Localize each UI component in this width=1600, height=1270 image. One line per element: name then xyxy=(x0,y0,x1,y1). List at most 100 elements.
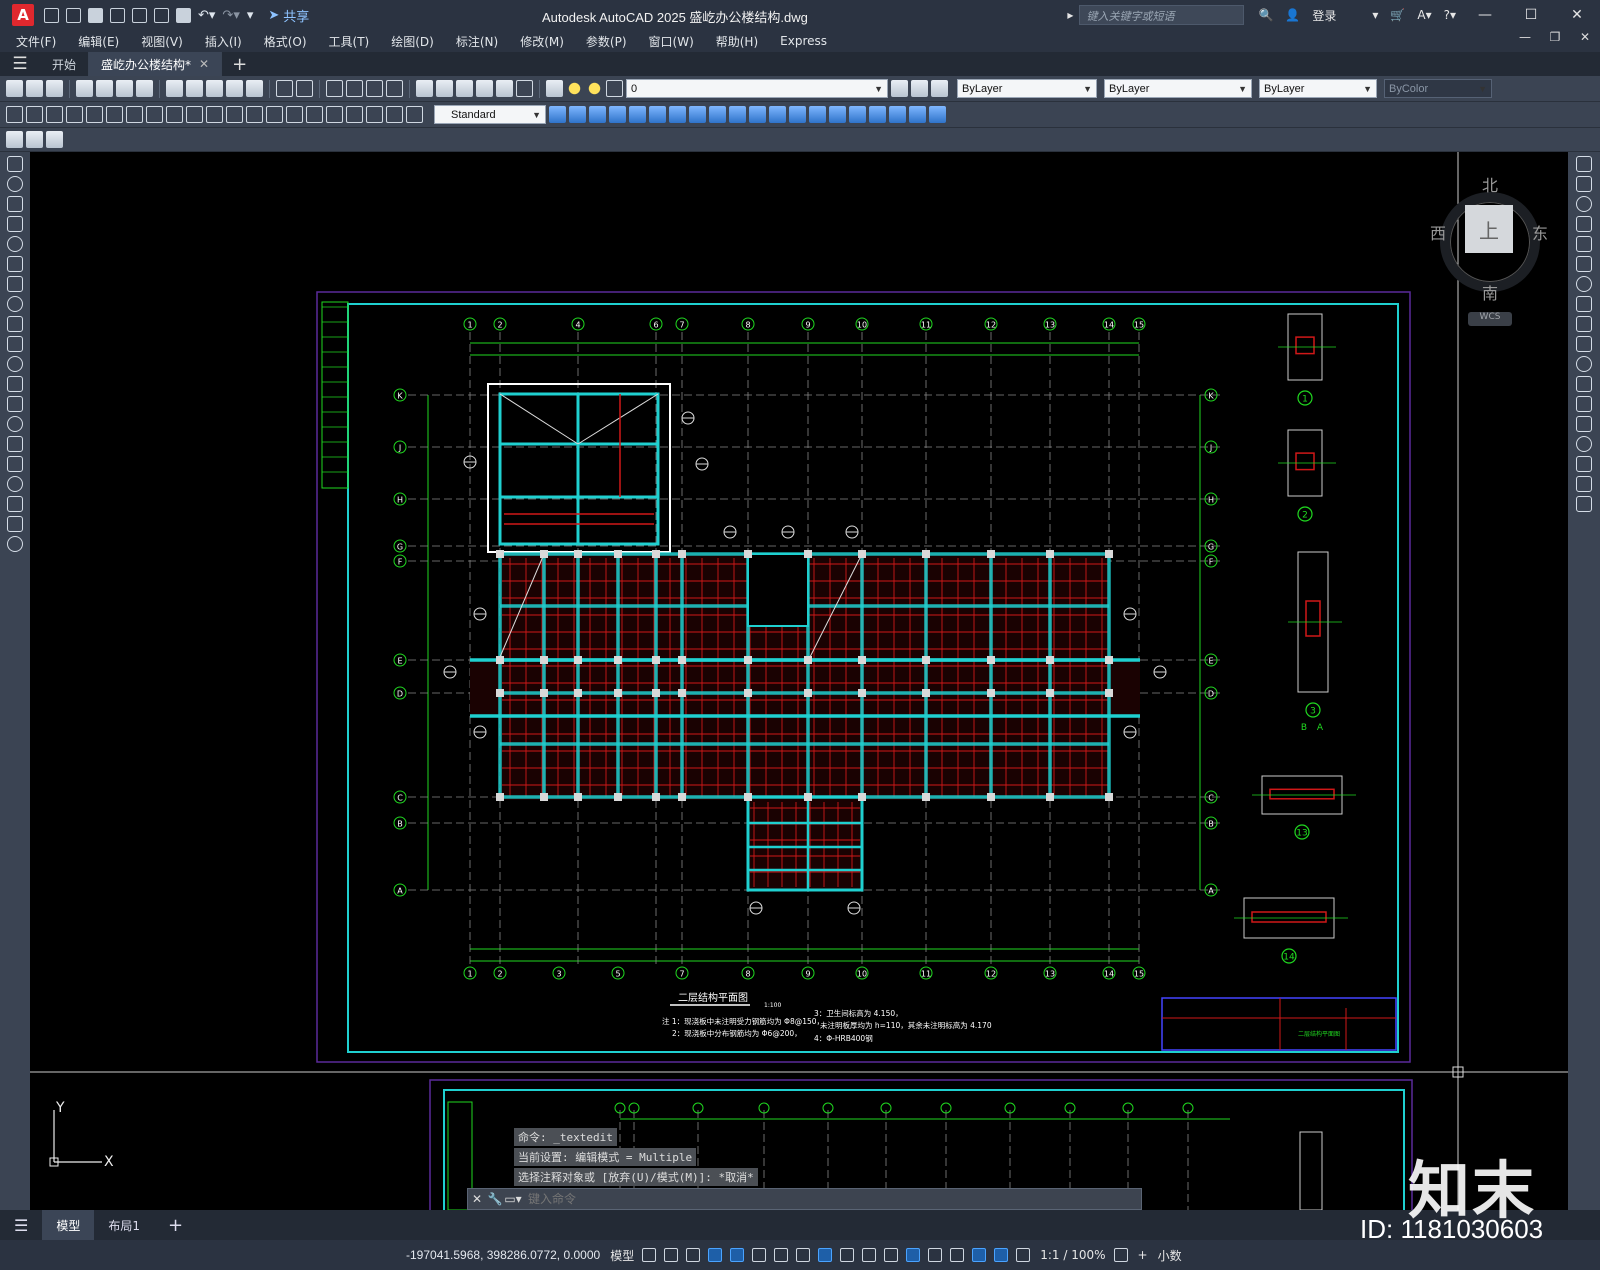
coordinates-readout[interactable]: -197041.5968, 398286.0772, 0.0000 xyxy=(406,1248,600,1262)
match-properties-icon[interactable] xyxy=(226,80,243,97)
blend-icon[interactable] xyxy=(1576,476,1592,492)
minimize-button[interactable]: — xyxy=(1462,0,1508,30)
copy-icon[interactable] xyxy=(1576,176,1592,192)
save-icon[interactable] xyxy=(46,80,63,97)
help-search-input[interactable]: 键入关键字或短语 xyxy=(1079,5,1245,25)
zoom-realtime-icon[interactable] xyxy=(346,80,363,97)
explode-icon[interactable] xyxy=(1576,496,1592,512)
view-orbit-icon[interactable] xyxy=(749,106,766,123)
dim-ordinate-icon[interactable] xyxy=(66,106,83,123)
selection-cycling-icon[interactable] xyxy=(884,1248,899,1262)
view-iso-nw-icon[interactable] xyxy=(729,106,746,123)
dim-dim-text-edit-icon[interactable] xyxy=(366,106,383,123)
mirror-icon[interactable] xyxy=(1576,196,1592,212)
compass-west[interactable]: 西 xyxy=(1430,220,1446,244)
menu-item[interactable]: 窗口(W) xyxy=(649,33,694,50)
menu-item[interactable]: 视图(V) xyxy=(141,33,183,50)
tool-palettes-icon[interactable] xyxy=(456,80,473,97)
3dprint-icon[interactable] xyxy=(136,80,153,97)
polygon-icon[interactable] xyxy=(7,216,23,232)
plot-icon[interactable] xyxy=(176,7,191,23)
grid-icon[interactable] xyxy=(642,1248,657,1262)
view-top-icon[interactable] xyxy=(629,106,646,123)
rotate-icon[interactable] xyxy=(1576,276,1592,292)
compass-north[interactable]: 北 xyxy=(1482,172,1498,196)
tab-model[interactable]: 模型 xyxy=(42,1210,95,1240)
save-icon[interactable] xyxy=(88,7,103,23)
plot-preview-icon[interactable] xyxy=(96,80,113,97)
rectangle-icon[interactable] xyxy=(7,236,23,252)
circle-icon[interactable] xyxy=(7,276,23,292)
gradient-icon[interactable] xyxy=(7,456,23,472)
dim-arc-length-icon[interactable] xyxy=(46,106,63,123)
viewcube-top-face[interactable]: 上 xyxy=(1465,205,1513,253)
ellipse-arc-icon[interactable] xyxy=(7,356,23,372)
erase-icon[interactable] xyxy=(1576,156,1592,172)
break-at-point-icon[interactable] xyxy=(1576,376,1592,392)
dim-linear-icon[interactable] xyxy=(6,106,23,123)
dim-baseline-icon[interactable] xyxy=(186,106,203,123)
zoom-window-icon[interactable] xyxy=(366,80,383,97)
layer-on-icon[interactable] xyxy=(566,80,583,97)
new-icon[interactable] xyxy=(6,80,23,97)
login-dropdown-icon[interactable]: ▾ xyxy=(1372,8,1378,22)
compass-east[interactable]: 东 xyxy=(1532,220,1548,244)
layer-states-icon[interactable] xyxy=(931,80,948,97)
sheet-set-icon[interactable] xyxy=(476,80,493,97)
stretch-icon[interactable] xyxy=(1576,316,1592,332)
snap-icon[interactable] xyxy=(664,1248,679,1262)
search-expand-icon[interactable]: ▸ xyxy=(1067,8,1073,22)
infer-constraints-icon[interactable] xyxy=(686,1248,701,1262)
open-icon[interactable] xyxy=(26,80,43,97)
model-space-button[interactable]: 模型 xyxy=(610,1247,634,1264)
object-snap-icon[interactable] xyxy=(818,1248,833,1262)
trim-icon[interactable] xyxy=(1576,336,1592,352)
move-icon[interactable] xyxy=(1576,256,1592,272)
block-editor-icon[interactable] xyxy=(246,80,263,97)
cut-icon[interactable] xyxy=(166,80,183,97)
undo-icon[interactable]: ↶▾ xyxy=(198,8,215,23)
view-free-orbit-icon[interactable] xyxy=(769,106,786,123)
view-ucs-object-icon[interactable] xyxy=(929,106,946,123)
workspace-gear-icon[interactable] xyxy=(1113,1248,1128,1262)
gizmo-icon[interactable] xyxy=(972,1248,987,1262)
textstyle-select[interactable]: Standard ▼ xyxy=(434,105,546,124)
revision-cloud-icon[interactable] xyxy=(7,296,23,312)
point-icon[interactable] xyxy=(7,416,23,432)
dim-continue-icon[interactable] xyxy=(206,106,223,123)
share-button[interactable]: ➤ 共享 xyxy=(268,6,309,25)
arc-icon[interactable] xyxy=(7,256,23,272)
wcs-menu[interactable]: WCS xyxy=(1468,312,1512,326)
view-front-icon[interactable] xyxy=(549,106,566,123)
scale-icon[interactable] xyxy=(1576,296,1592,312)
layer-lock-icon[interactable] xyxy=(606,80,623,97)
array-icon[interactable] xyxy=(1576,236,1592,252)
tab-start[interactable]: 开始 xyxy=(40,52,90,76)
menu-item[interactable]: 绘图(D) xyxy=(391,33,434,50)
view-iso-sw-icon[interactable] xyxy=(669,106,686,123)
redo-icon[interactable] xyxy=(296,80,313,97)
menu-item[interactable]: 帮助(H) xyxy=(716,33,758,50)
isodraft-icon[interactable] xyxy=(774,1248,789,1262)
autocad-logo-icon[interactable]: A xyxy=(12,4,34,26)
menu-item[interactable]: 插入(I) xyxy=(205,33,242,50)
cart-icon[interactable]: 🛒 xyxy=(1390,8,1405,22)
menu-item[interactable]: 编辑(E) xyxy=(78,33,119,50)
dim-dim-style-icon[interactable] xyxy=(406,106,423,123)
customize-qat-icon[interactable]: ▾ xyxy=(247,8,254,23)
publish-icon[interactable] xyxy=(116,80,133,97)
menu-item[interactable]: 修改(M) xyxy=(520,33,564,50)
transparency-icon[interactable] xyxy=(862,1248,877,1262)
viewcube[interactable]: 上 北 南 西 东 WCS xyxy=(1430,172,1548,326)
view-fly-icon[interactable] xyxy=(809,106,826,123)
menu-item[interactable]: Express xyxy=(780,34,827,48)
tab-drawing[interactable]: 盛屹办公楼结构* ✕ xyxy=(89,52,223,76)
copy-icon[interactable] xyxy=(186,80,203,97)
properties-icon[interactable] xyxy=(416,80,433,97)
menu-item[interactable]: 参数(P) xyxy=(586,33,627,50)
new-tab-button[interactable]: + xyxy=(232,54,247,75)
tab-layout1[interactable]: 布局1 xyxy=(94,1210,154,1240)
customize-icon[interactable]: 🔧 xyxy=(486,1192,504,1206)
plot-icon[interactable] xyxy=(76,80,93,97)
command-input[interactable] xyxy=(522,1192,1082,1206)
